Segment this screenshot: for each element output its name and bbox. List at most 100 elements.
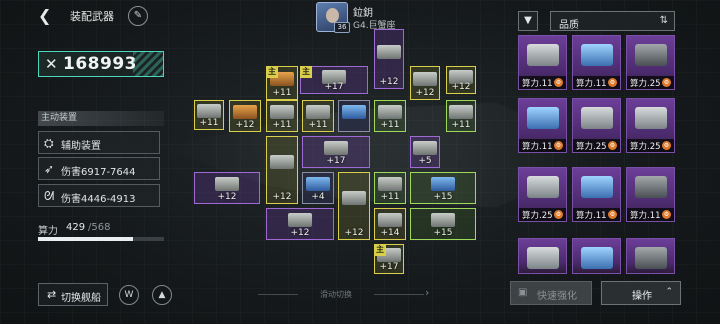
card-capacity-row: 算力.11 ⚙	[573, 208, 620, 221]
card-capacity-row: 算力.25 ⚙	[573, 139, 620, 152]
weapon-card[interactable]: 算力.11 ⚙	[572, 35, 621, 90]
gear-icon: ⚙	[608, 141, 617, 150]
weapon-module[interactable]: +11	[374, 172, 406, 204]
module-level: +12	[379, 77, 399, 87]
weapon-icon	[270, 154, 294, 169]
weapon-card[interactable]: 算力.11 ⚙	[626, 167, 675, 222]
weapon-icon	[306, 105, 330, 120]
module-level: +15	[433, 228, 453, 238]
switch-ship-label: 切换舰船	[61, 293, 101, 304]
weapon-card[interactable]: 算力.25 ⚙	[572, 98, 621, 153]
weapon-icon	[581, 107, 613, 129]
weapon-icon	[527, 107, 559, 129]
gear-icon: ⚙	[608, 210, 617, 219]
quick-enhance-button[interactable]: ▣ 快速强化	[510, 281, 592, 305]
weapon-module[interactable]: +11 主	[266, 66, 298, 100]
crossed-swords-icon: ✕	[45, 55, 58, 73]
weapon-module[interactable]: +12	[374, 29, 404, 89]
card-capacity-row: 算力.25 ⚙	[627, 76, 674, 89]
capacity-label: 算力	[38, 226, 58, 237]
equip-row-auxiliary[interactable]: ⛭ 辅助装置	[38, 131, 160, 154]
weapon-module[interactable]	[338, 100, 370, 132]
switch-ship-button[interactable]: ⇄ 切换舰船	[38, 283, 108, 306]
weapon-module[interactable]: +15	[410, 172, 476, 204]
weapon-card[interactable]	[626, 238, 675, 274]
emblem-icon: W	[124, 290, 134, 300]
weapon-module[interactable]: +5	[410, 136, 440, 168]
lock-icon: ▣	[518, 287, 528, 298]
weapon-module[interactable]: +12	[194, 172, 260, 204]
active-device-header: 主动装置	[38, 111, 164, 126]
weapon-icon	[378, 177, 402, 192]
weapon-module[interactable]: +17 主	[374, 244, 404, 274]
sort-order-icon: ⇅	[659, 15, 668, 26]
weapon-module[interactable]: +11	[302, 100, 334, 132]
weapon-icon	[449, 105, 473, 120]
weapon-card[interactable]: 算力.25 ⚙	[626, 35, 675, 90]
operate-button[interactable]: 操作 ⌃	[601, 281, 681, 305]
weapon-module[interactable]: +4	[302, 172, 334, 204]
weapon-icon	[413, 71, 437, 86]
weapon-card[interactable]	[572, 238, 621, 274]
weapon-module[interactable]: +11	[194, 100, 224, 130]
card-capacity: 算力.25	[630, 142, 661, 152]
weapon-module[interactable]: +12	[446, 66, 476, 94]
weapon-module[interactable]: +17 主	[300, 66, 368, 94]
edit-button[interactable]: ✎	[128, 6, 148, 26]
module-level: +12	[290, 228, 310, 238]
filter-button[interactable]: ▼	[518, 11, 538, 31]
module-level: +11	[380, 120, 400, 130]
card-capacity: 算力.25	[522, 211, 553, 221]
weapon-card[interactable]: 算力.25 ⚙	[626, 98, 675, 153]
card-capacity: 算力.11	[522, 142, 553, 152]
pilot-name: 鉝鈅	[353, 8, 373, 19]
weapon-module[interactable]: +12	[338, 172, 370, 240]
weapon-module[interactable]: +15	[410, 208, 476, 240]
weapon-icon	[413, 141, 437, 156]
fleet-button[interactable]: ▲	[152, 285, 172, 305]
slide-arrow-icon[interactable]: ›	[425, 286, 429, 299]
card-capacity-row: 算力.25 ⚙	[519, 208, 566, 221]
weapon-module[interactable]: +17	[302, 136, 370, 168]
weapon-module[interactable]: +12	[266, 136, 298, 204]
module-level: +15	[433, 192, 453, 202]
weapon-icon	[233, 105, 257, 120]
weapon-module[interactable]: +11	[266, 100, 298, 132]
module-level: +17	[326, 156, 346, 166]
weapon-card[interactable]: 算力.11 ⚙	[518, 35, 567, 90]
capacity-bar	[38, 237, 164, 241]
emblem-button[interactable]: W	[119, 285, 139, 305]
weapon-card[interactable]: 算力.11 ⚙	[572, 167, 621, 222]
back-arrow-icon: ❮	[38, 6, 52, 25]
gear-icon: ⚙	[554, 141, 563, 150]
weapon-module[interactable]: +12	[410, 66, 440, 100]
weapon-module[interactable]: +11	[374, 100, 406, 132]
weapon-card[interactable]	[518, 238, 567, 274]
weapon-module[interactable]: +14	[374, 208, 406, 240]
weapon-module[interactable]: +11	[446, 100, 476, 132]
module-level: +11	[380, 192, 400, 202]
card-capacity: 算力.25	[576, 142, 607, 152]
card-capacity: 算力.11	[576, 211, 607, 221]
weapon-module[interactable]: +12	[266, 208, 334, 240]
module-level: +11	[272, 88, 292, 98]
capacity-total: /568	[88, 222, 111, 233]
filter-icon: ▼	[524, 15, 532, 26]
pencil-icon: ✎	[133, 10, 143, 21]
weapon-card[interactable]: 算力.11 ⚙	[518, 98, 567, 153]
weapon-icon	[270, 105, 294, 120]
sort-label: 品质	[559, 20, 579, 31]
pilot-face	[326, 8, 339, 23]
module-level: +12	[415, 88, 435, 98]
back-button[interactable]: ❮	[38, 8, 54, 24]
sort-select[interactable]: 品质 ⇅	[550, 11, 675, 31]
card-capacity-row: 算力.11 ⚙	[519, 76, 566, 89]
equip-row-damage-1[interactable]: ➶ 伤害6917-7644	[38, 157, 160, 180]
weapon-icon	[377, 44, 401, 59]
weapon-icon	[197, 104, 221, 119]
gear-icon: ⚙	[662, 78, 671, 87]
module-level: +17	[379, 262, 399, 272]
weapon-module[interactable]: +12	[229, 100, 261, 132]
equip-row-damage-2[interactable]: ᘛ 伤害4446-4913	[38, 184, 160, 207]
weapon-card[interactable]: 算力.25 ⚙	[518, 167, 567, 222]
